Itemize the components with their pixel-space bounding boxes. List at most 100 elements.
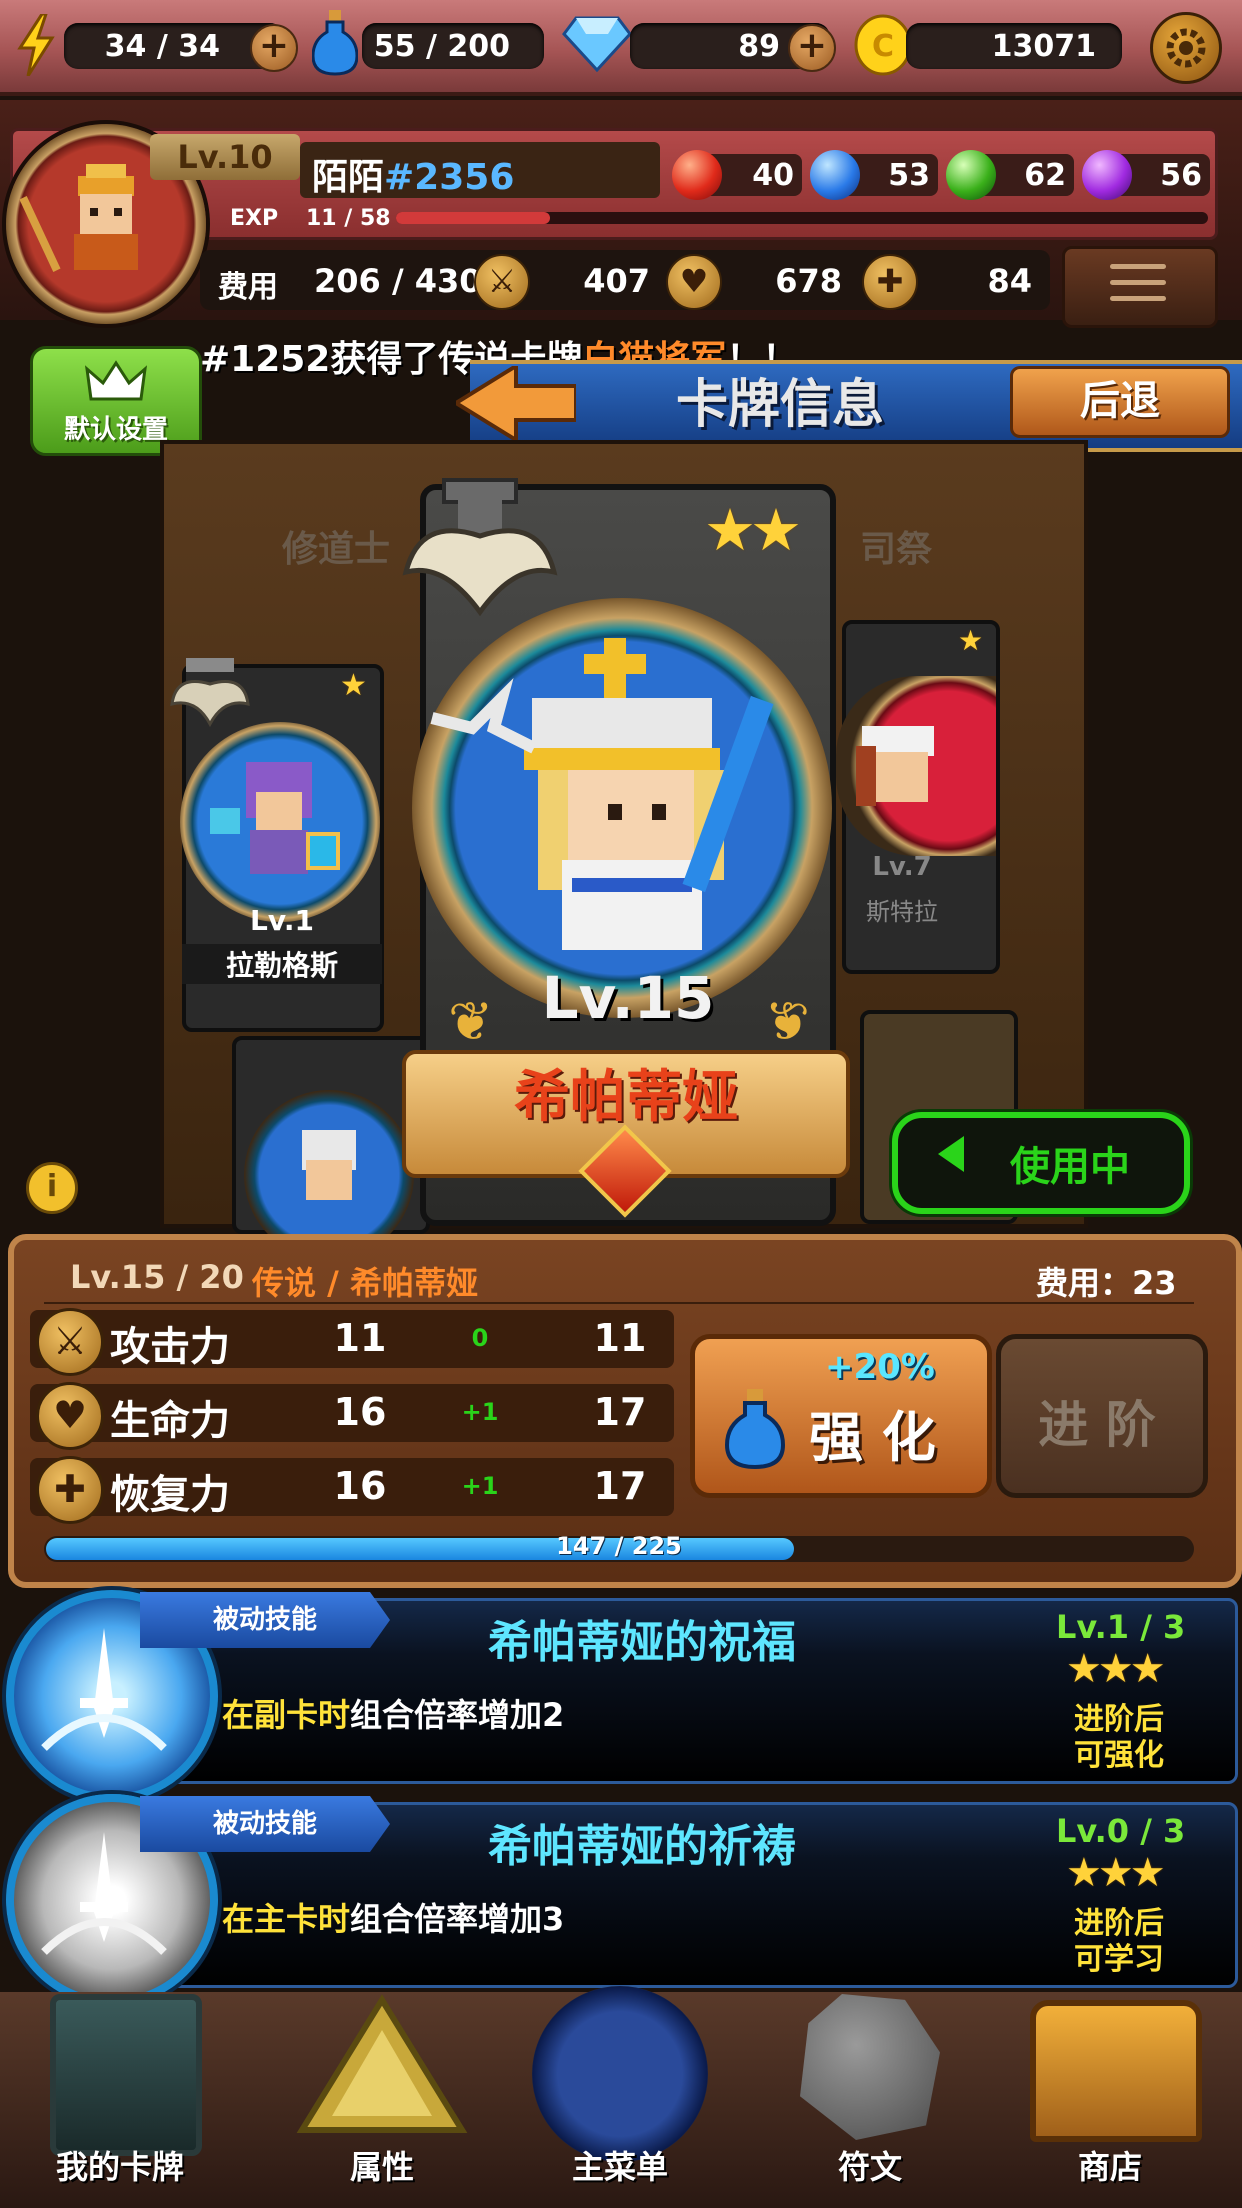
water-orb-icon xyxy=(810,150,860,200)
page-title: 卡牌信息 xyxy=(676,375,885,435)
nav-my-cards[interactable]: 我的卡牌 xyxy=(10,1990,230,2208)
recovery-label: 恢复力 xyxy=(110,1472,230,1518)
dark-orb-value: 56 xyxy=(1160,158,1202,193)
stats-divider xyxy=(44,1302,1194,1304)
enhance-bonus: +20% xyxy=(825,1347,935,1387)
attack-delta: 0 xyxy=(471,1324,489,1352)
add-energy-button[interactable]: + xyxy=(250,24,298,72)
settings-gear-icon[interactable] xyxy=(1150,12,1222,84)
right-card-stars: ★ xyxy=(958,624,984,657)
recovery-total: 17 xyxy=(593,1464,647,1508)
crown-icon xyxy=(84,360,148,401)
laurel-right-icon: ❦ xyxy=(764,990,810,1053)
back-button[interactable]: 后退 xyxy=(1010,366,1230,438)
enhance-potion-icon xyxy=(724,1389,786,1470)
coin-value: 13071 xyxy=(991,29,1096,64)
nav-rune-label: 符文 xyxy=(837,2148,902,2186)
right-card-portrait xyxy=(836,676,996,856)
player-name: 陌陌#2356 xyxy=(312,148,514,200)
energy-value: 34 / 34 xyxy=(104,29,220,64)
skill-1-desc-highlight: 在副卡时 xyxy=(222,1696,351,1734)
left-card-name: 拉勒格斯 xyxy=(182,944,382,984)
recovery-cross-icon: ✚ xyxy=(862,254,918,310)
rune-stone-icon xyxy=(800,1994,940,2140)
triangle-attribute-icon xyxy=(296,1994,468,2133)
skill-1-desc-rest: 组合倍率增加2 xyxy=(350,1696,565,1734)
info-icon[interactable]: i xyxy=(26,1162,78,1214)
nav-shop[interactable]: 商店 xyxy=(1000,1990,1230,2208)
potion-icon xyxy=(311,10,359,76)
left-card-portrait xyxy=(180,722,380,922)
enhance-button[interactable]: +20% 强 化 xyxy=(690,1334,992,1498)
advance-button[interactable]: 进 阶 xyxy=(996,1334,1208,1498)
category-label-left: 修道士 xyxy=(282,529,391,570)
category-label-right: 司祭 xyxy=(860,529,933,570)
menu-line-icon xyxy=(1110,280,1166,285)
card-rarity-name: 传说 / 希帕蒂娅 xyxy=(252,1264,478,1302)
gem-value: 89 xyxy=(738,29,780,64)
skill-2-level: Lv.0 / 3 xyxy=(1056,1812,1186,1850)
skill-1-note-line2: 可强化 xyxy=(1074,1738,1164,1773)
energy-icon xyxy=(16,12,56,77)
card-xp-value: 147 / 225 xyxy=(556,1532,682,1560)
nav-shop-label: 商店 xyxy=(1077,2148,1142,2186)
selected-card-stars: ★★ xyxy=(704,496,802,564)
attack-label: 攻击力 xyxy=(110,1324,230,1370)
skill-1-level: Lv.1 / 3 xyxy=(1056,1608,1186,1646)
svg-text:C: C xyxy=(872,29,894,64)
player-recovery-value: 84 xyxy=(987,262,1032,300)
fire-orb-value: 40 xyxy=(752,158,794,193)
skill-2-stars: ★★★ xyxy=(1066,1850,1166,1896)
recovery-base: 16 xyxy=(333,1464,387,1508)
menu-line-icon xyxy=(1110,264,1166,269)
skill-2-desc-rest: 组合倍率增加3 xyxy=(350,1900,565,1938)
recovery-delta: +1 xyxy=(461,1472,499,1500)
hp-label: 生命力 xyxy=(110,1398,230,1444)
card-level-info: Lv.15 / 20 xyxy=(70,1258,244,1296)
heart-icon: ♥ xyxy=(36,1382,104,1450)
selected-card-name: 希帕蒂娅 xyxy=(514,1065,738,1130)
player-level: Lv.10 xyxy=(150,134,300,180)
player-hp-value: 678 xyxy=(775,262,842,300)
nav-rune[interactable]: 符文 xyxy=(760,1990,980,2208)
card-cost: 费用：23 xyxy=(1036,1264,1177,1302)
heart-icon: ♥ xyxy=(666,254,722,310)
nav-my-cards-label: 我的卡牌 xyxy=(55,2148,184,2186)
right-card-name: 斯特拉 xyxy=(866,898,938,926)
player-tag: #2356 xyxy=(384,157,515,198)
left-card-stars: ★ xyxy=(340,668,367,703)
hp-base: 16 xyxy=(333,1390,387,1434)
in-use-button[interactable]: 使用中 xyxy=(892,1112,1190,1214)
exp-bar-fill xyxy=(396,212,550,224)
nav-attribute-label: 属性 xyxy=(349,2148,414,2186)
attack-sword-icon: ⚔ xyxy=(36,1308,104,1376)
attack-sword-icon: ⚔ xyxy=(474,254,530,310)
recovery-cross-icon: ✚ xyxy=(36,1456,104,1524)
nav-main-menu-label: 主菜单 xyxy=(571,2148,668,2186)
coin-icon: C xyxy=(854,14,912,76)
laurel-left-icon: ❦ xyxy=(448,990,494,1053)
nav-main-menu[interactable]: 主菜单 xyxy=(520,1976,720,2208)
class-wing-badge-icon xyxy=(400,476,560,626)
nature-orb-value: 62 xyxy=(1024,158,1066,193)
dark-orb-icon xyxy=(1082,150,1132,200)
add-gems-button[interactable]: + xyxy=(788,24,836,72)
enhance-label: 强 化 xyxy=(809,1406,936,1469)
cards-icon xyxy=(50,1994,202,2156)
attack-total: 11 xyxy=(593,1316,647,1360)
exp-label: EXP xyxy=(230,206,279,231)
menu-line-icon xyxy=(1110,296,1166,301)
cost-label: 费用 xyxy=(218,270,278,305)
skill-2-type-tag: 被动技能 xyxy=(140,1796,390,1852)
selected-card-portrait xyxy=(412,598,832,1018)
diamond-icon xyxy=(562,16,632,73)
hp-total: 17 xyxy=(593,1390,647,1434)
skill-2-title: 希帕蒂娅的祈祷 xyxy=(488,1821,796,1872)
nav-attribute[interactable]: 属性 xyxy=(272,1990,492,2208)
in-use-label: 使用中 xyxy=(1010,1144,1130,1190)
in-use-arrow-icon xyxy=(938,1136,964,1172)
player-attack-value: 407 xyxy=(583,262,650,300)
right-card-level: Lv.7 xyxy=(872,852,932,882)
back-arrow-icon xyxy=(452,362,578,444)
hamburger-menu-button[interactable] xyxy=(1062,246,1218,328)
